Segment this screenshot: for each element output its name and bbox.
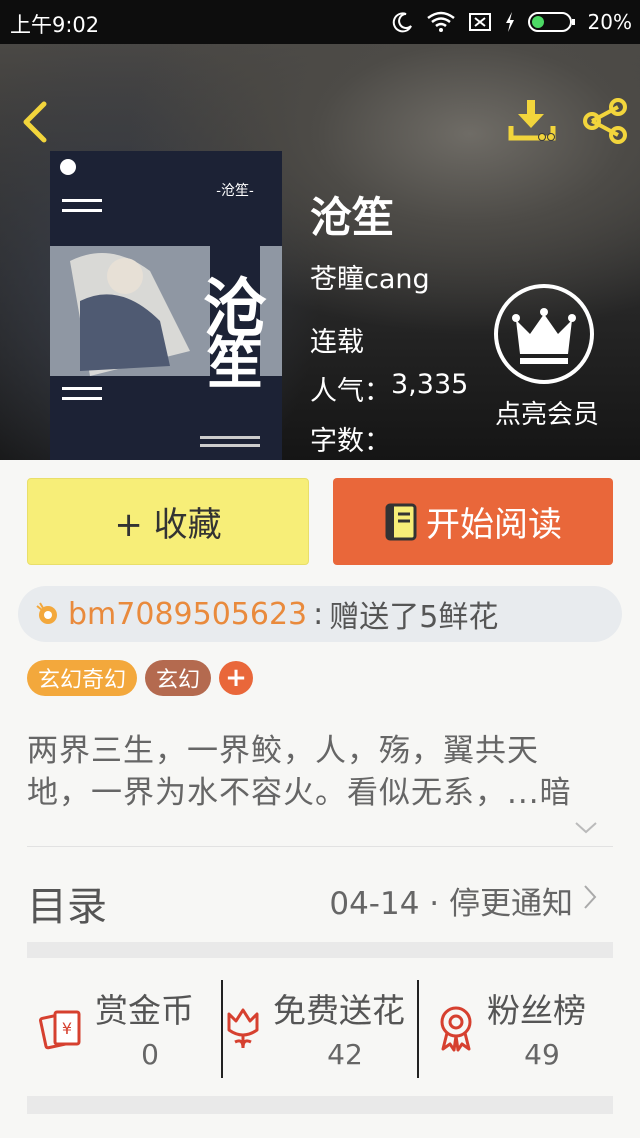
svg-text:¥: ¥ [62,1019,72,1038]
section-separator-bottom [27,1096,613,1114]
toc-title: 目录 [27,884,107,930]
start-reading-button[interactable]: 开始阅读 [333,478,613,565]
status-icons: 20% [392,7,632,37]
stats-row: ¥ 赏金币 0 免费送花 42 粉丝榜 49 [27,976,613,1080]
divider [27,846,613,847]
stat-fan-ranking[interactable]: 粉丝榜 49 [419,976,613,1080]
stat-reward-label: 赏金币 [95,991,194,1030]
status-time: 上午9:02 [10,13,100,37]
book-cover[interactable]: -沧笙- 沧 笙 [50,151,282,460]
flower-badge-icon [36,602,57,624]
cover-illustration: -沧笙- 沧 笙 [50,151,282,460]
stat-reward-coins[interactable]: ¥ 赏金币 0 [27,976,221,1080]
favorite-label: + 收藏 [114,505,222,545]
start-reading-label: 开始阅读 [426,505,562,545]
cover-calligraphy-b: 笙 [207,331,263,397]
stat-fans-label: 粉丝榜 [487,991,586,1030]
wifi-icon [426,11,455,32]
expand-chevron-icon[interactable] [574,820,598,836]
book-status: 连载 [310,327,364,358]
battery-icon [527,12,575,32]
section-separator [27,942,613,958]
cover-title-text: -沧笙- [216,182,254,199]
medal-icon [440,1006,472,1052]
moon-icon [392,12,412,33]
tag-list: 玄幻奇幻 玄幻 + [27,660,254,696]
popularity-value: 3,335 [391,369,469,400]
chevron-right-icon [584,885,597,909]
summary-line-2: 地，一界为水不容火。看似无系，...暗 [27,775,572,811]
crown-icon [512,308,576,364]
stat-flowers-value: 42 [327,1038,363,1071]
vip-circle [494,284,594,384]
red-envelope-icon: ¥ [39,1010,81,1050]
download-button[interactable] [506,96,558,144]
add-tag-button[interactable]: + [219,661,254,695]
book-popularity: 人气： 3,335 [310,369,468,408]
stat-free-flowers[interactable]: 免费送花 42 [223,976,417,1080]
battery-percent: 20% [587,10,632,34]
book-header: -沧笙- 沧 笙 沧笙 苍瞳cang 连载 人气： 3,335 字数： 点亮会员 [0,44,640,460]
stat-flowers-label: 免费送花 [273,991,405,1030]
stat-reward-value: 0 [141,1038,159,1071]
gift-user[interactable]: bm7089505623 [68,597,307,632]
flower-icon [227,1008,259,1049]
toc-latest-chapter: 04-14 · 停更通知 [329,886,573,922]
book-author[interactable]: 苍瞳cang [310,257,430,296]
share-button[interactable] [580,96,630,146]
sim-off-icon [468,13,491,31]
charging-icon [505,12,514,32]
gift-separator: : [313,596,324,632]
favorite-button[interactable]: + 收藏 [27,478,309,565]
status-bar: 上午9:02 20% [0,0,640,44]
back-chevron-icon [23,101,47,143]
vip-button[interactable]: 点亮会员 [484,284,610,434]
stat-fans-value: 49 [524,1038,560,1071]
summary-line-1: 两界三生，一界鲛，人，殇，翼共天 [27,733,539,769]
tag-xuanhuan[interactable]: 玄幻 [145,660,212,696]
vip-label: 点亮会员 [494,400,599,430]
gift-notice[interactable]: bm7089505623 : 赠送了5鲜花 [18,586,622,642]
tag-xuanhuan-qihuan[interactable]: 玄幻奇幻 [27,660,138,696]
word-count-label: 字数： [310,426,391,457]
book-icon [385,503,417,540]
book-title: 沧笙 [310,193,395,242]
back-button[interactable] [18,100,52,144]
download-icon [508,100,556,141]
book-summary[interactable]: 两界三生，一界鲛，人，殇，翼共天 地，一界为水不容火。看似无系，...暗 [27,730,617,814]
popularity-label: 人气： [310,376,391,407]
gift-message: 赠送了5鲜花 [329,600,499,635]
table-of-contents-row[interactable]: 目录 04-14 · 停更通知 [27,860,613,934]
share-icon [583,98,627,144]
